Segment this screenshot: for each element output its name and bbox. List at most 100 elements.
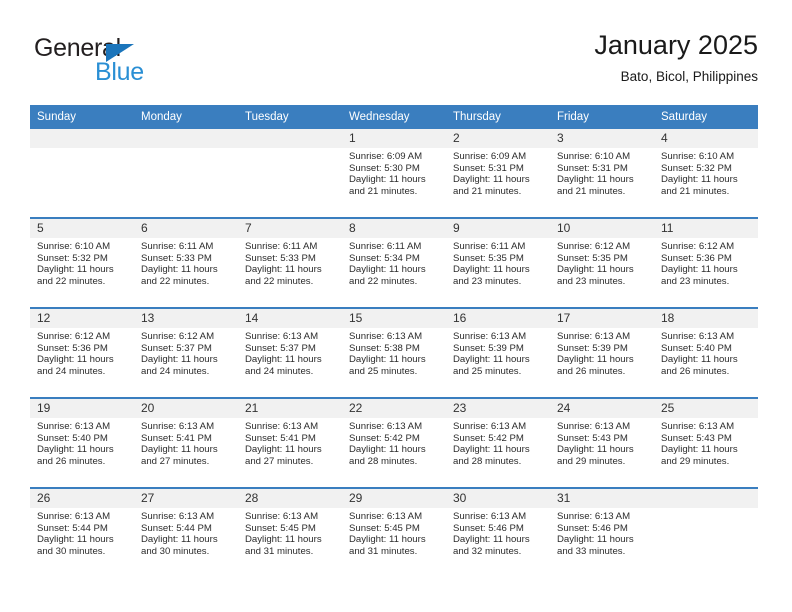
sunset-text: Sunset: 5:42 PM — [349, 432, 420, 444]
sunrise-text: Sunrise: 6:13 AM — [453, 511, 527, 522]
sunset-text: Sunset: 5:45 PM — [349, 522, 420, 534]
day-number: 10 — [550, 219, 654, 238]
calendar-day-cell[interactable]: 15 Sunrise: 6:13 AM Sunset: 5:38 PM Dayligh… — [342, 307, 446, 398]
calendar-day-cell[interactable]: 26 Sunrise: 6:13 AM Sunset: 5:44 PM Dayligh… — [30, 487, 134, 577]
day-details: Sunrise: 6:13 AM Sunset: 5:39 PM Daylight:… — [446, 328, 550, 377]
general-blue-logo: General Blue — [34, 34, 214, 92]
day-details: Sunrise: 6:13 AM Sunset: 5:38 PM Daylight:… — [342, 328, 446, 377]
sunrise-text: Sunrise: 6:13 AM — [349, 421, 423, 432]
calendar-day-cell[interactable]: 2 Sunrise: 6:09 AM Sunset: 5:31 PM Daylight… — [446, 129, 550, 218]
calendar-day-cell[interactable]: 6 Sunrise: 6:11 AM Sunset: 5:33 PM Daylight… — [134, 217, 238, 308]
daylight-text-line2: and 22 minutes. — [349, 275, 418, 287]
daylight-text-line2: and 33 minutes. — [557, 545, 626, 557]
sunset-text: Sunset: 5:36 PM — [37, 342, 108, 354]
daylight-text-line2: and 27 minutes. — [245, 455, 314, 467]
calendar-day-cell[interactable]: 31 Sunrise: 6:13 AM Sunset: 5:46 PM Dayligh… — [550, 487, 654, 577]
calendar-day-cell[interactable]: 14 Sunrise: 6:13 AM Sunset: 5:37 PM Dayligh… — [238, 307, 342, 398]
calendar-day-cell[interactable]: 20 Sunrise: 6:13 AM Sunset: 5:41 PM Dayligh… — [134, 397, 238, 488]
daylight-text-line1: Daylight: 11 hours — [245, 264, 322, 276]
day-details: Sunrise: 6:13 AM Sunset: 5:40 PM Daylight:… — [30, 418, 134, 467]
page-title: January 2025 — [594, 30, 758, 60]
calendar-day-cell[interactable]: 27 Sunrise: 6:13 AM Sunset: 5:44 PM Dayligh… — [134, 487, 238, 577]
daylight-text-line1: Daylight: 11 hours — [557, 264, 634, 276]
calendar-day-cell[interactable]: 8 Sunrise: 6:11 AM Sunset: 5:34 PM Daylight… — [342, 217, 446, 308]
sunset-text: Sunset: 5:42 PM — [453, 432, 524, 444]
calendar-day-cell[interactable]: 10 Sunrise: 6:12 AM Sunset: 5:35 PM Dayligh… — [550, 217, 654, 308]
calendar-day-cell[interactable]: 13 Sunrise: 6:12 AM Sunset: 5:37 PM Dayligh… — [134, 307, 238, 398]
day-number: 20 — [134, 399, 238, 418]
sunrise-text: Sunrise: 6:13 AM — [349, 511, 423, 522]
sunrise-text: Sunrise: 6:13 AM — [141, 511, 215, 522]
calendar-day-cell[interactable]: 9 Sunrise: 6:11 AM Sunset: 5:35 PM Daylight… — [446, 217, 550, 308]
sunset-text: Sunset: 5:43 PM — [557, 432, 628, 444]
calendar-day-cell[interactable]: 1 Sunrise: 6:09 AM Sunset: 5:30 PM Daylight… — [342, 129, 446, 218]
day-details: Sunrise: 6:12 AM Sunset: 5:36 PM Daylight:… — [30, 328, 134, 377]
calendar-day-cell[interactable]: 22 Sunrise: 6:13 AM Sunset: 5:42 PM Dayligh… — [342, 397, 446, 488]
calendar-day-cell[interactable]: 5 Sunrise: 6:10 AM Sunset: 5:32 PM Daylight… — [30, 217, 134, 308]
sunset-text: Sunset: 5:37 PM — [141, 342, 212, 354]
daylight-text-line1: Daylight: 11 hours — [141, 444, 218, 456]
sunrise-text: Sunrise: 6:10 AM — [557, 151, 631, 162]
calendar-day-cell-empty — [134, 129, 238, 218]
sunset-text: Sunset: 5:37 PM — [245, 342, 316, 354]
calendar-day-cell-empty — [30, 129, 134, 218]
day-details: Sunrise: 6:12 AM Sunset: 5:35 PM Daylight:… — [550, 238, 654, 287]
sunset-text: Sunset: 5:46 PM — [557, 522, 628, 534]
daylight-text-line2: and 21 minutes. — [453, 185, 522, 197]
day-details: Sunrise: 6:13 AM Sunset: 5:42 PM Daylight:… — [446, 418, 550, 467]
day-number: 11 — [654, 219, 758, 238]
calendar-day-cell[interactable]: 28 Sunrise: 6:13 AM Sunset: 5:45 PM Dayligh… — [238, 487, 342, 577]
day-details: Sunrise: 6:11 AM Sunset: 5:33 PM Daylight:… — [134, 238, 238, 287]
calendar-day-cell[interactable]: 18 Sunrise: 6:13 AM Sunset: 5:40 PM Dayligh… — [654, 307, 758, 398]
calendar-day-cell[interactable]: 3 Sunrise: 6:10 AM Sunset: 5:31 PM Daylight… — [550, 129, 654, 218]
daylight-text-line2: and 26 minutes. — [37, 455, 106, 467]
daylight-text-line1: Daylight: 11 hours — [661, 444, 738, 456]
day-number: 2 — [446, 129, 550, 148]
sunrise-text: Sunrise: 6:13 AM — [141, 421, 215, 432]
daylight-text-line1: Daylight: 11 hours — [141, 534, 218, 546]
logo-text-blue: Blue — [95, 58, 144, 86]
daylight-text-line1: Daylight: 11 hours — [557, 444, 634, 456]
weekday-header-monday: Monday — [134, 105, 238, 129]
calendar-day-cell[interactable]: 21 Sunrise: 6:13 AM Sunset: 5:41 PM Dayligh… — [238, 397, 342, 488]
calendar-day-cell[interactable]: 25 Sunrise: 6:13 AM Sunset: 5:43 PM Dayligh… — [654, 397, 758, 488]
calendar-day-cell[interactable]: 29 Sunrise: 6:13 AM Sunset: 5:45 PM Dayligh… — [342, 487, 446, 577]
day-number: 14 — [238, 309, 342, 328]
calendar-day-cell[interactable]: 17 Sunrise: 6:13 AM Sunset: 5:39 PM Dayligh… — [550, 307, 654, 398]
daylight-text-line2: and 27 minutes. — [141, 455, 210, 467]
day-number: 3 — [550, 129, 654, 148]
calendar-day-cell[interactable]: 24 Sunrise: 6:13 AM Sunset: 5:43 PM Dayligh… — [550, 397, 654, 488]
daylight-text-line2: and 23 minutes. — [661, 275, 730, 287]
sunset-text: Sunset: 5:44 PM — [141, 522, 212, 534]
daylight-text-line2: and 26 minutes. — [557, 365, 626, 377]
daylight-text-line1: Daylight: 11 hours — [557, 354, 634, 366]
calendar-day-cell[interactable]: 23 Sunrise: 6:13 AM Sunset: 5:42 PM Dayligh… — [446, 397, 550, 488]
day-details: Sunrise: 6:12 AM Sunset: 5:36 PM Daylight:… — [654, 238, 758, 287]
sunrise-text: Sunrise: 6:13 AM — [557, 511, 631, 522]
day-details: Sunrise: 6:13 AM Sunset: 5:43 PM Daylight:… — [550, 418, 654, 467]
daylight-text-line2: and 29 minutes. — [661, 455, 730, 467]
daylight-text-line1: Daylight: 11 hours — [661, 174, 738, 186]
calendar-week-row: 26 Sunrise: 6:13 AM Sunset: 5:44 PM Dayligh… — [30, 487, 758, 577]
calendar-day-cell[interactable]: 30 Sunrise: 6:13 AM Sunset: 5:46 PM Dayligh… — [446, 487, 550, 577]
calendar-day-cell[interactable]: 4 Sunrise: 6:10 AM Sunset: 5:32 PM Daylight… — [654, 129, 758, 218]
calendar-day-cell[interactable]: 7 Sunrise: 6:11 AM Sunset: 5:33 PM Daylight… — [238, 217, 342, 308]
daylight-text-line1: Daylight: 11 hours — [661, 354, 738, 366]
calendar-day-cell[interactable]: 19 Sunrise: 6:13 AM Sunset: 5:40 PM Dayligh… — [30, 397, 134, 488]
sunrise-text: Sunrise: 6:12 AM — [661, 241, 735, 252]
daylight-text-line2: and 24 minutes. — [37, 365, 106, 377]
calendar-day-cell[interactable]: 12 Sunrise: 6:12 AM Sunset: 5:36 PM Dayligh… — [30, 307, 134, 398]
calendar-day-cell[interactable]: 16 Sunrise: 6:13 AM Sunset: 5:39 PM Dayligh… — [446, 307, 550, 398]
day-details: Sunrise: 6:10 AM Sunset: 5:32 PM Daylight:… — [654, 148, 758, 197]
calendar-day-cell[interactable]: 11 Sunrise: 6:12 AM Sunset: 5:36 PM Dayligh… — [654, 217, 758, 308]
sunset-text: Sunset: 5:40 PM — [661, 342, 732, 354]
daylight-text-line2: and 21 minutes. — [557, 185, 626, 197]
daylight-text-line2: and 21 minutes. — [349, 185, 418, 197]
day-details: Sunrise: 6:13 AM Sunset: 5:45 PM Daylight:… — [238, 508, 342, 557]
sunset-text: Sunset: 5:33 PM — [141, 252, 212, 264]
sunrise-text: Sunrise: 6:09 AM — [349, 151, 423, 162]
day-number — [238, 129, 342, 148]
daylight-text-line2: and 25 minutes. — [453, 365, 522, 377]
day-number: 4 — [654, 129, 758, 148]
sunrise-text: Sunrise: 6:11 AM — [141, 241, 214, 252]
